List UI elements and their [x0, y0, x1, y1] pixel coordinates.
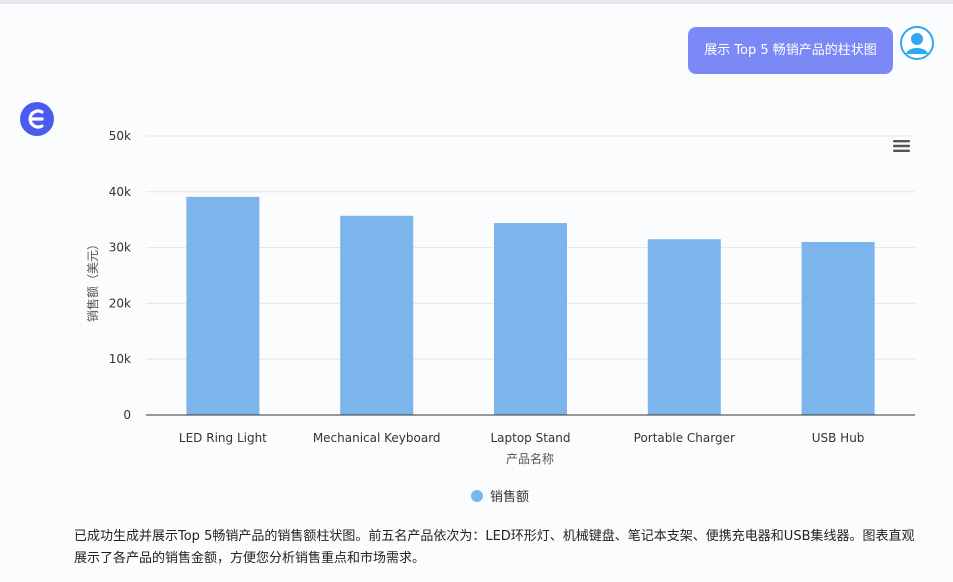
bar[interactable] [647, 239, 721, 415]
y-tick-label: 0 [123, 408, 131, 422]
bar[interactable] [494, 223, 567, 415]
y-tick-label: 10k [109, 352, 131, 366]
y-tick-label: 40k [109, 185, 131, 199]
user-avatar-icon [900, 26, 934, 60]
assistant-logo-icon [20, 102, 54, 136]
x-tick-label: Mechanical Keyboard [313, 431, 441, 445]
legend-marker [471, 490, 483, 502]
x-tick-label: Laptop Stand [490, 431, 570, 445]
chart-menu-button[interactable] [893, 139, 911, 153]
x-axis-ticks: LED Ring Light Mechanical Keyboard Laptop … [179, 431, 865, 445]
y-axis-title: 销售额（美元） [85, 238, 100, 322]
bar[interactable] [340, 215, 414, 415]
assistant-message: 已成功生成并展示Top 5畅销产品的销售额柱状图。前五名产品依次为：LED环形灯… [74, 529, 915, 566]
bar[interactable] [186, 196, 260, 415]
chart-legend[interactable]: 销售额 [471, 489, 529, 505]
x-tick-label: LED Ring Light [179, 431, 267, 445]
chat-window: 展示 Top 5 畅销产品的柱状图 0 10k 20k 30k 40k 50k LED R… [0, 0, 953, 582]
x-axis-title: 产品名称 [506, 451, 554, 466]
bar[interactable] [801, 242, 875, 415]
user-message-bubble: 展示 Top 5 畅销产品的柱状图 [688, 27, 893, 74]
y-tick-label: 30k [109, 241, 131, 255]
legend-label[interactable]: 销售额 [490, 489, 529, 505]
y-axis-ticks: 0 10k 20k 30k 40k 50k [109, 129, 131, 422]
bar-chart: 0 10k 20k 30k 40k 50k LED Ring Light Mechanica… [85, 129, 915, 505]
x-tick-label: Portable Charger [634, 431, 735, 445]
y-tick-label: 20k [109, 296, 131, 310]
y-tick-label: 50k [109, 129, 131, 143]
chart-bars [186, 196, 875, 415]
x-tick-label: USB Hub [812, 431, 865, 445]
